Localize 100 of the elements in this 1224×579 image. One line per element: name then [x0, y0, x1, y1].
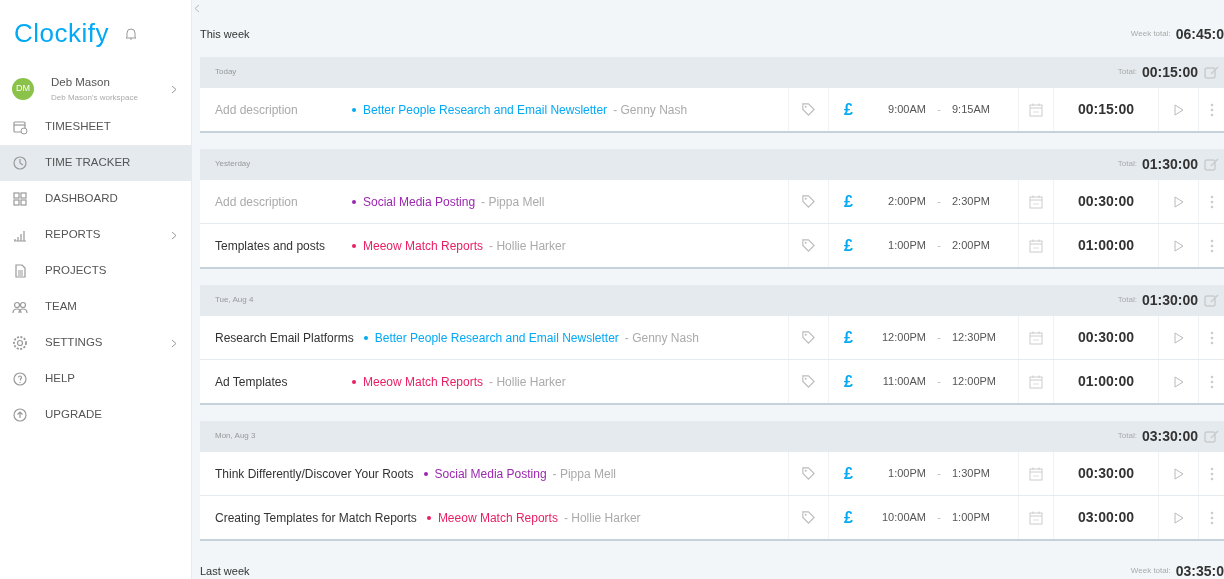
sidebar-item[interactable]: DASHBOARD: [0, 181, 191, 217]
time-separator: -: [936, 466, 942, 482]
more-icon[interactable]: [1209, 466, 1214, 481]
settings-icon: [12, 335, 28, 351]
start-time[interactable]: 1:00PM: [874, 465, 926, 482]
duration[interactable]: 00:30:00: [1077, 191, 1134, 212]
duration[interactable]: 00:30:00: [1077, 463, 1134, 484]
bulk-edit-icon[interactable]: [1204, 65, 1220, 79]
upgrade-icon: [12, 407, 28, 423]
time-separator: -: [936, 238, 942, 254]
project-name[interactable]: Social Media Posting: [434, 464, 547, 483]
tag-icon[interactable]: [801, 194, 816, 209]
description[interactable]: Templates and posts: [215, 236, 342, 255]
description[interactable]: Creating Templates for Match Reports: [215, 508, 417, 527]
play-icon[interactable]: [1173, 511, 1184, 524]
description[interactable]: Research Email Platforms: [215, 328, 354, 347]
sidebar-item[interactable]: PROJECTS: [0, 253, 191, 289]
tag-icon[interactable]: [801, 330, 816, 345]
bulk-edit-icon[interactable]: [1204, 429, 1220, 443]
day-total: 00:15:00: [1141, 62, 1198, 82]
project-name[interactable]: Meeow Match Reports: [437, 508, 558, 527]
play-icon[interactable]: [1173, 239, 1184, 252]
more-icon[interactable]: [1209, 102, 1214, 117]
more-icon[interactable]: [1209, 330, 1214, 345]
help-icon: [12, 371, 28, 387]
timesheet-icon: [12, 119, 28, 135]
end-time[interactable]: 12:30PM: [952, 329, 1012, 346]
day-date: Tue, Aug 4: [215, 294, 255, 306]
more-icon[interactable]: [1209, 194, 1214, 209]
more-icon[interactable]: [1209, 374, 1214, 389]
duration[interactable]: 03:00:00: [1077, 507, 1134, 528]
start-time[interactable]: 2:00PM: [874, 193, 926, 210]
day-total: 03:30:00: [1141, 426, 1198, 446]
tag-icon[interactable]: [801, 374, 816, 389]
calendar-icon[interactable]: [1029, 510, 1043, 525]
calendar-icon[interactable]: [1029, 330, 1043, 345]
end-time[interactable]: 1:30PM: [952, 465, 1012, 482]
tag-icon[interactable]: [801, 238, 816, 253]
clock-icon: [12, 155, 28, 171]
end-time[interactable]: 12:00PM: [952, 373, 1012, 390]
calendar-icon[interactable]: [1029, 374, 1043, 389]
day-date: Mon, Aug 3: [215, 430, 257, 442]
play-icon[interactable]: [1173, 103, 1184, 116]
end-time[interactable]: 2:00PM: [952, 237, 1012, 254]
time-separator: -: [936, 374, 942, 390]
calendar-icon[interactable]: [1029, 194, 1043, 209]
sidebar-item[interactable]: REPORTS: [0, 217, 191, 253]
end-time[interactable]: 2:30PM: [952, 193, 1012, 210]
description[interactable]: Ad Templates: [215, 372, 342, 391]
start-time[interactable]: 10:00AM: [874, 509, 926, 526]
sidebar-item[interactable]: HELP: [0, 361, 191, 397]
document-icon: [12, 263, 28, 279]
user-name: Deb Mason: [51, 75, 111, 91]
play-icon[interactable]: [1173, 331, 1184, 344]
play-icon[interactable]: [1173, 195, 1184, 208]
more-icon[interactable]: [1209, 238, 1214, 253]
project-name[interactable]: Meeow Match Reports: [363, 236, 484, 255]
calendar-icon[interactable]: [1029, 466, 1043, 481]
tag-icon[interactable]: [801, 510, 816, 525]
calendar-icon[interactable]: [1029, 238, 1043, 253]
time-separator: -: [936, 102, 942, 118]
bulk-edit-icon[interactable]: [1204, 293, 1220, 307]
end-time[interactable]: 9:15AM: [952, 101, 1012, 118]
day-total: 01:30:00: [1141, 154, 1198, 174]
tag-icon[interactable]: [801, 466, 816, 481]
sidebar-item[interactable]: UPGRADE: [0, 397, 191, 433]
client-name: - Pippa Mell: [481, 193, 545, 211]
sidebar-item[interactable]: TEAM: [0, 289, 191, 325]
duration[interactable]: 01:00:00: [1077, 371, 1134, 392]
start-time[interactable]: 11:00AM: [874, 373, 926, 390]
start-time[interactable]: 9:00AM: [874, 101, 926, 118]
sidebar-item[interactable]: SETTINGS: [0, 325, 191, 361]
duration[interactable]: 00:30:00: [1077, 327, 1134, 348]
duration[interactable]: 00:15:00: [1077, 99, 1134, 120]
client-name: - Hollie Harker: [489, 237, 566, 255]
tag-icon[interactable]: [801, 102, 816, 117]
week-total: 06:45:0: [1175, 24, 1224, 44]
start-time[interactable]: 1:00PM: [874, 237, 926, 254]
project-name[interactable]: Social Media Posting: [363, 192, 476, 211]
start-time[interactable]: 12:00PM: [874, 329, 926, 346]
dashboard-icon: [12, 191, 28, 207]
end-time[interactable]: 1:00PM: [952, 509, 1012, 526]
client-name: - Pippa Mell: [552, 465, 616, 483]
more-icon[interactable]: [1209, 510, 1214, 525]
collapse-icon[interactable]: [194, 4, 200, 13]
day-date: Today: [215, 66, 238, 78]
client-name: - Genny Nash: [613, 101, 688, 119]
calendar-icon[interactable]: [1029, 102, 1043, 117]
sidebar-item[interactable]: TIMESHEET: [0, 109, 191, 145]
bell-icon[interactable]: [125, 26, 137, 41]
sidebar-item[interactable]: TIME TRACKER: [0, 145, 191, 181]
client-name: - Hollie Harker: [563, 509, 641, 527]
day-date: Yesterday: [215, 158, 252, 170]
play-icon[interactable]: [1173, 467, 1184, 480]
description[interactable]: Think Differently/Discover Your Roots: [215, 464, 414, 483]
user-menu[interactable]: DM Deb Mason Deb Mason's workspace: [0, 69, 191, 109]
play-icon[interactable]: [1173, 375, 1184, 388]
bulk-edit-icon[interactable]: [1204, 157, 1220, 171]
project-name[interactable]: Meeow Match Reports: [363, 372, 484, 391]
duration[interactable]: 01:00:00: [1077, 235, 1134, 256]
